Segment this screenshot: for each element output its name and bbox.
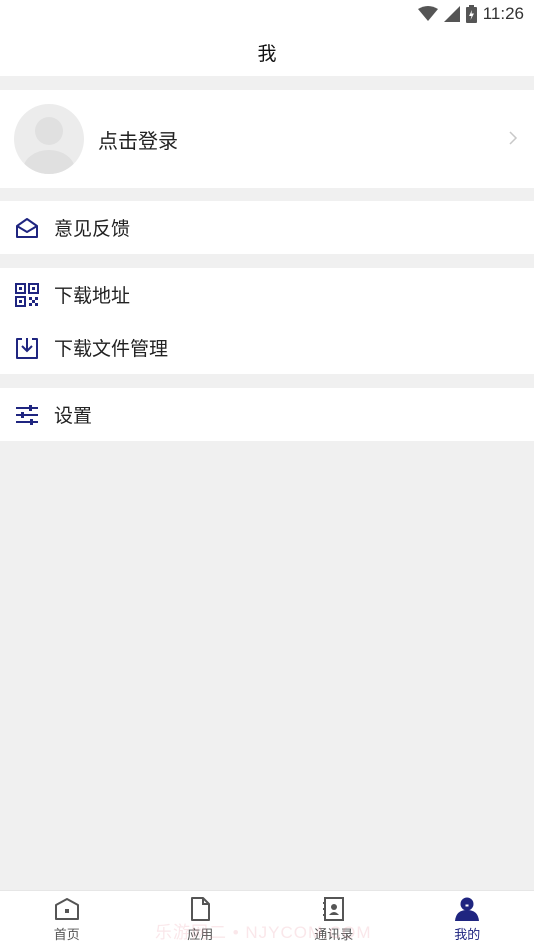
mail-open-icon (14, 215, 40, 241)
home-icon (54, 898, 79, 920)
menu-item-label: 意见反馈 (54, 218, 131, 240)
avatar (14, 104, 84, 174)
status-time: 11:26 (482, 4, 524, 23)
menu-item-download-manager[interactable]: 下载文件管理 (0, 321, 534, 374)
tab-label: 应用 (187, 928, 214, 943)
menu-group-feedback: 意见反馈 (0, 201, 534, 254)
download-icon (14, 335, 40, 361)
sliders-icon (14, 402, 40, 428)
tab-me[interactable]: 我的 (401, 891, 534, 950)
menu-item-feedback[interactable]: 意见反馈 (0, 201, 534, 254)
chevron-right-icon (509, 131, 518, 145)
menu-item-label: 设置 (54, 405, 93, 427)
menu-group-download: 下载地址 下载文件管理 (0, 268, 534, 374)
qrcode-icon (14, 282, 40, 308)
cellular-signal-icon (443, 6, 460, 22)
menu-group-settings: 设置 (0, 388, 534, 441)
login-label: 点击登录 (98, 128, 178, 153)
tab-home[interactable]: 首页 (0, 891, 134, 950)
login-card[interactable]: 点击登录 (0, 90, 534, 188)
menu-item-download-address[interactable]: 下载地址 (0, 268, 534, 321)
wifi-icon (417, 6, 438, 21)
menu-item-label: 下载地址 (54, 285, 131, 307)
user-icon (455, 897, 480, 921)
contacts-icon (322, 897, 344, 921)
status-bar: 11:26 (0, 0, 534, 28)
menu-item-label: 下载文件管理 (54, 338, 169, 360)
menu-item-settings[interactable]: 设置 (0, 388, 534, 441)
tab-contacts[interactable]: 通讯录 (267, 891, 401, 950)
default-avatar-icon (23, 117, 75, 174)
tab-label: 我的 (454, 928, 481, 943)
document-icon (191, 897, 211, 921)
bottom-tab-bar: 首页 应用 通讯录 我的 (0, 890, 534, 950)
page-title: 我 (257, 42, 277, 65)
battery-icon (465, 5, 477, 23)
title-bar: 我 (0, 28, 534, 76)
tab-label: 通讯录 (314, 928, 354, 943)
tab-label: 首页 (53, 928, 80, 943)
tab-apps[interactable]: 应用 (134, 891, 268, 950)
